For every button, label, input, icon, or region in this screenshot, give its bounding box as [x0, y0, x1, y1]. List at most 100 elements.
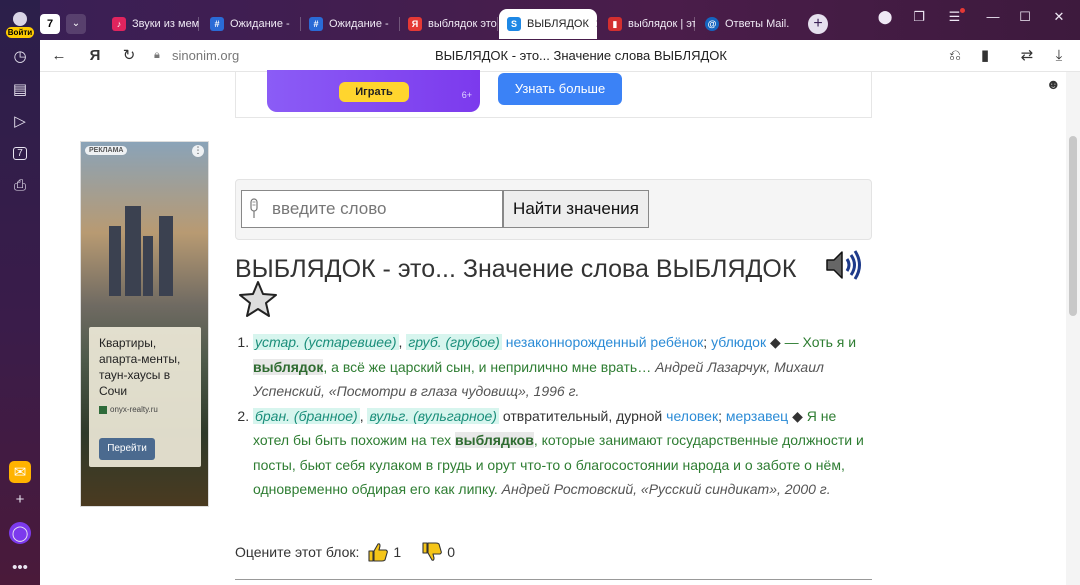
definition-item: бран. (бранное), вульг. (вульгарное) отв… [253, 404, 875, 502]
ad-menu-icon[interactable]: ⋮ [192, 145, 204, 157]
example-bold: выблядок [253, 358, 324, 375]
yandex-logo-icon[interactable]: Я [84, 46, 106, 66]
history-icon[interactable]: ◷ [9, 45, 31, 67]
maximize-icon[interactable]: ☐ [1012, 8, 1038, 26]
chevron-down-icon[interactable]: ⌄ [66, 14, 86, 34]
media-icon[interactable]: ▷ [9, 110, 31, 132]
synonym-link[interactable]: ублюдок [711, 334, 766, 350]
ad-card[interactable]: Квартиры, апарта-менты, таун-хаусы в Соч… [89, 327, 201, 467]
tab-sinonim-active[interactable]: S ВЫБЛЯДОК ✕ [499, 9, 597, 39]
ad-go-button[interactable]: Перейти [99, 438, 155, 460]
alice-icon[interactable]: ◯ [9, 522, 31, 544]
learn-more-button[interactable]: Узнать больше [498, 73, 622, 105]
tab-title: ВЫБЛЯДОК [527, 18, 589, 30]
download-icon[interactable]: ⤓ [1048, 46, 1070, 66]
page-title-text[interactable]: ВЫБЛЯДОК - это... Значение слова ВЫБЛЯДО… [435, 48, 727, 63]
example-pre: — Хоть я и [784, 334, 857, 350]
definition-text: отвратительный, дурной [502, 407, 663, 424]
page-heading: ВЫБЛЯДОК - это... Значение слова ВЫБЛЯДО… [235, 255, 797, 283]
tab-result[interactable]: ▮ выблядок | эт [600, 9, 695, 39]
age-rating: 6+ [461, 90, 472, 100]
speaker-icon[interactable] [824, 248, 864, 282]
building-image [109, 226, 121, 296]
tab-title: выблядок это [428, 18, 497, 30]
grid-icon: # [309, 17, 323, 31]
tab-waiting-1[interactable]: # Ожидание - [202, 9, 301, 39]
tab-title: Ожидание - [230, 18, 290, 30]
thumbs-up-icon[interactable] [367, 541, 389, 563]
building-image [143, 236, 153, 296]
likes-count: 1 [393, 544, 402, 560]
search-box: Найти значения [235, 179, 872, 240]
back-icon[interactable]: ← [48, 46, 70, 66]
share-icon[interactable]: ⇄ [1016, 46, 1038, 66]
tab-waiting-2[interactable]: # Ожидание - [301, 9, 400, 39]
find-meanings-button[interactable]: Найти значения [503, 190, 649, 228]
grid-icon: # [210, 17, 224, 31]
tab-sounds[interactable]: ♪ Звуки из мем [104, 9, 199, 39]
scrollbar-thumb[interactable] [1069, 136, 1077, 316]
profile-icon [13, 12, 27, 26]
music-icon: ♪ [112, 17, 126, 31]
ad-site: onyx-realty.ru [99, 405, 158, 414]
close-window-icon[interactable]: ✕ [1046, 8, 1072, 26]
usage-label[interactable]: вульг. (вульгарное) [367, 407, 499, 424]
favorite-star-icon[interactable] [238, 280, 278, 318]
menu-icon[interactable]: ☰ [944, 8, 970, 26]
bookmark-icon[interactable]: ▮ [974, 46, 996, 66]
screenshot-icon[interactable]: ⎙ [9, 174, 31, 196]
site-logo-icon [99, 405, 107, 414]
ad-site-text: onyx-realty.ru [110, 405, 158, 414]
reload-icon[interactable]: ↻ [118, 46, 140, 66]
add-icon[interactable]: + [9, 488, 31, 510]
example-author: Андрей Ростовский, «Русский синдикат», 2… [501, 481, 831, 497]
usage-label[interactable]: бран. (бранное) [253, 407, 360, 424]
top-ad-banner[interactable]: Играть 6+ Узнать больше [235, 70, 872, 118]
synonym-link[interactable]: мерзавец [726, 408, 788, 424]
translate-icon[interactable]: ⎌ [944, 46, 966, 66]
mail-icon[interactable]: ✉ [9, 461, 31, 483]
ad-text: Квартиры, апарта-менты, таун-хаусы в Соч… [99, 336, 181, 398]
new-tab-button[interactable]: + [808, 14, 828, 34]
usage-label[interactable]: груб. (грубое) [406, 334, 502, 350]
browser-sidebar: Войти ◷ ▤ ▷ 7 ⎙ ✉ + ◯ ••• [0, 0, 40, 585]
tab-yandex-search[interactable]: Я выблядок это [400, 9, 498, 39]
usage-label[interactable]: устар. (устаревшее) [253, 334, 399, 350]
definition-link[interactable]: человек [666, 408, 718, 424]
scrollbar[interactable] [1066, 72, 1080, 585]
login-label: Войти [6, 27, 34, 38]
play-button[interactable]: Играть [339, 82, 409, 102]
seven-icon[interactable]: 7 [9, 142, 31, 164]
rating-block: Оцените этот блок: 1 0 [235, 541, 467, 563]
thumbs-down-icon[interactable] [421, 541, 443, 563]
bars-icon: ▮ [608, 17, 622, 31]
login-button[interactable]: Войти [6, 10, 34, 38]
dislikes-count: 0 [447, 544, 456, 560]
definitions: устар. (устаревшее), груб. (грубое) неза… [235, 330, 875, 502]
address-bar: ← Я ↻ 🔒︎ sinonim.org ВЫБЛЯДОК - это... З… [40, 40, 1080, 72]
ad-label: РЕКЛАМА [85, 146, 128, 155]
tab-mail-answers[interactable]: @ Ответы Mail. [697, 9, 797, 39]
sinonim-icon: S [507, 17, 521, 31]
building-image [159, 216, 173, 296]
tab-count-badge[interactable]: 7 [40, 14, 60, 34]
search-input[interactable] [241, 190, 503, 228]
definition-item: устар. (устаревшее), груб. (грубое) неза… [253, 330, 875, 404]
definition-link[interactable]: незаконнорожденный ребёнок [506, 334, 704, 350]
microphone-icon[interactable] [248, 198, 260, 220]
side-ad-banner[interactable]: РЕКЛАМА ⋮ Квартиры, апарта-менты, таун-х… [80, 141, 209, 507]
minimize-icon[interactable]: — [980, 8, 1006, 26]
lock-icon[interactable]: 🔒︎ [154, 49, 166, 61]
divider [235, 579, 872, 580]
diamond-icon: ◆ [792, 407, 803, 424]
tab-strip: 7 ⌄ ♪ Звуки из мем # Ожидание - # Ожидан… [40, 0, 1080, 40]
close-tab-icon[interactable]: ✕ [595, 17, 597, 31]
reader-icon[interactable]: ☻ [1046, 76, 1066, 96]
domain-text[interactable]: sinonim.org [172, 48, 239, 63]
tab-title: выблядок | эт [628, 18, 695, 30]
game-ad[interactable]: Играть 6+ [267, 70, 480, 112]
copy-icon[interactable]: ❐ [906, 8, 932, 26]
protect-icon[interactable]: ⬤ [872, 8, 898, 26]
collections-icon[interactable]: ▤ [9, 78, 31, 100]
more-icon[interactable]: ••• [9, 556, 31, 578]
